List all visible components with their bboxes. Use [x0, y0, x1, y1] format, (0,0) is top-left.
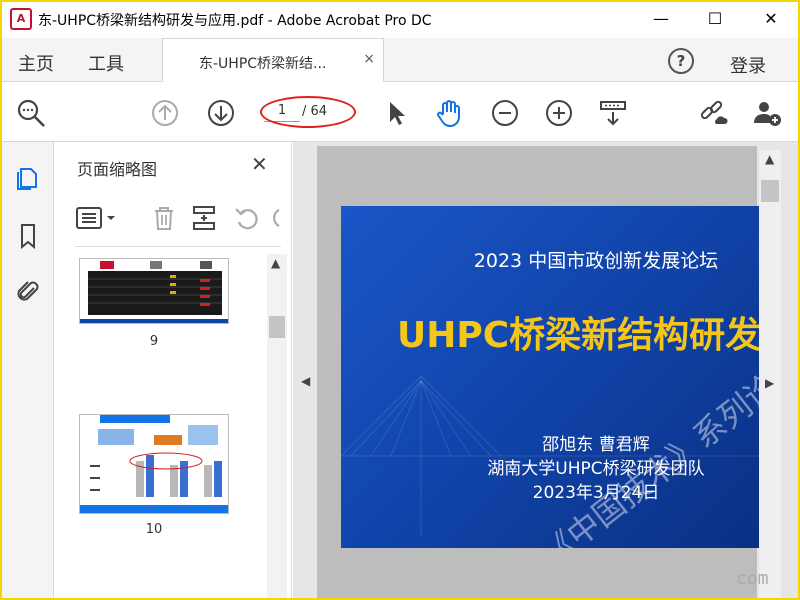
slide-team: 湖南大学UHPC桥梁研发团队 [487, 459, 705, 479]
toolbar: 1 / 64 [2, 82, 798, 142]
slide-date: 2023年3月24日 [532, 483, 660, 503]
hand-tool-icon[interactable] [434, 98, 464, 128]
next-page-icon[interactable] [206, 98, 236, 128]
share-link-icon[interactable] [698, 98, 728, 128]
thumbnail-page-10[interactable] [79, 414, 229, 514]
window-title: 东-UHPC桥梁新结构研发与应用.pdf - Adobe Acrobat Pro… [38, 13, 432, 29]
thumbnails-toolbar [75, 200, 281, 234]
close-window-button[interactable]: ✕ [748, 2, 794, 34]
login-button[interactable]: 登录 [730, 52, 766, 78]
insert-page-icon[interactable] [191, 204, 217, 232]
select-cursor-icon[interactable] [382, 98, 412, 128]
thumbnails-panel: 页面缩略图 ✕ 9 10 ▲ [55, 142, 292, 598]
acrobat-window: A 东-UHPC桥梁新结构研发与应用.pdf - Adobe Acrobat P… [2, 2, 798, 598]
scrollbar-thumb[interactable] [761, 180, 779, 202]
title-bar: A 东-UHPC桥梁新结构研发与应用.pdf - Adobe Acrobat P… [2, 2, 798, 38]
corner-watermark: com [736, 568, 769, 589]
delete-icon[interactable] [151, 204, 177, 232]
close-tab-button[interactable]: × [363, 51, 375, 67]
tab-tools[interactable]: 工具 [88, 50, 124, 76]
panel-title: 页面缩略图 [77, 160, 158, 179]
collapse-left-icon[interactable]: ◀ [301, 374, 310, 388]
tab-document[interactable]: 东-UHPC桥梁新结... × [162, 38, 384, 83]
navigation-rail [2, 142, 54, 598]
rotate-right-icon[interactable] [271, 204, 281, 232]
help-button[interactable]: ? [668, 48, 694, 74]
bookmark-icon[interactable] [14, 222, 42, 250]
thumbnail-page-9[interactable] [79, 258, 229, 324]
expand-right-icon[interactable]: ▶ [765, 376, 774, 390]
annotation-ellipse [260, 96, 356, 128]
tab-bar: 主页 工具 东-UHPC桥梁新结... × ? 登录 [2, 38, 798, 83]
scrollbar-thumb[interactable] [269, 316, 285, 338]
minimize-button[interactable]: — [638, 2, 684, 34]
document-scrollbar[interactable]: ▲ ▶ [759, 150, 781, 598]
document-view: ◀ 2023 中国市政创新发展论坛 UHPC桥梁新结构研发与 邵旭东 曹君辉 湖… [293, 142, 798, 598]
slide-title: UHPC桥梁新结构研发与 [397, 315, 781, 356]
maximize-button[interactable]: ☐ [692, 2, 738, 34]
attachment-icon[interactable] [14, 278, 42, 306]
thumbnails-scrollbar[interactable]: ▲ [267, 254, 287, 598]
zoom-out-icon[interactable] [490, 98, 520, 128]
thumbnail-preview [80, 259, 228, 323]
conference-name: 2023 中国市政创新发展论坛 [473, 250, 719, 272]
zoom-in-icon[interactable] [544, 98, 574, 128]
rotate-icon[interactable] [233, 204, 261, 232]
previous-page-icon[interactable] [150, 98, 180, 128]
search-icon[interactable] [16, 98, 46, 128]
divider [75, 246, 281, 247]
scroll-up-icon[interactable]: ▲ [271, 256, 280, 270]
thumbnail-page-number: 9 [149, 334, 159, 349]
page-viewport: 2023 中国市政创新发展论坛 UHPC桥梁新结构研发与 邵旭东 曹君辉 湖南大… [317, 146, 781, 598]
options-menu-icon[interactable] [75, 206, 121, 230]
page-thumbnails-icon[interactable] [14, 164, 42, 192]
add-user-icon[interactable] [752, 98, 782, 128]
tab-home[interactable]: 主页 [18, 50, 54, 76]
document-tab-label: 东-UHPC桥梁新结... [199, 56, 327, 72]
scroll-up-icon[interactable]: ▲ [765, 152, 774, 166]
acrobat-logo-icon: A [10, 8, 32, 30]
scroll-mode-icon[interactable] [598, 98, 628, 128]
pdf-page: 2023 中国市政创新发展论坛 UHPC桥梁新结构研发与 邵旭东 曹君辉 湖南大… [341, 206, 781, 548]
thumbnail-preview [80, 415, 228, 513]
thumbnail-page-number: 10 [145, 522, 163, 537]
close-panel-button[interactable]: ✕ [251, 152, 268, 176]
